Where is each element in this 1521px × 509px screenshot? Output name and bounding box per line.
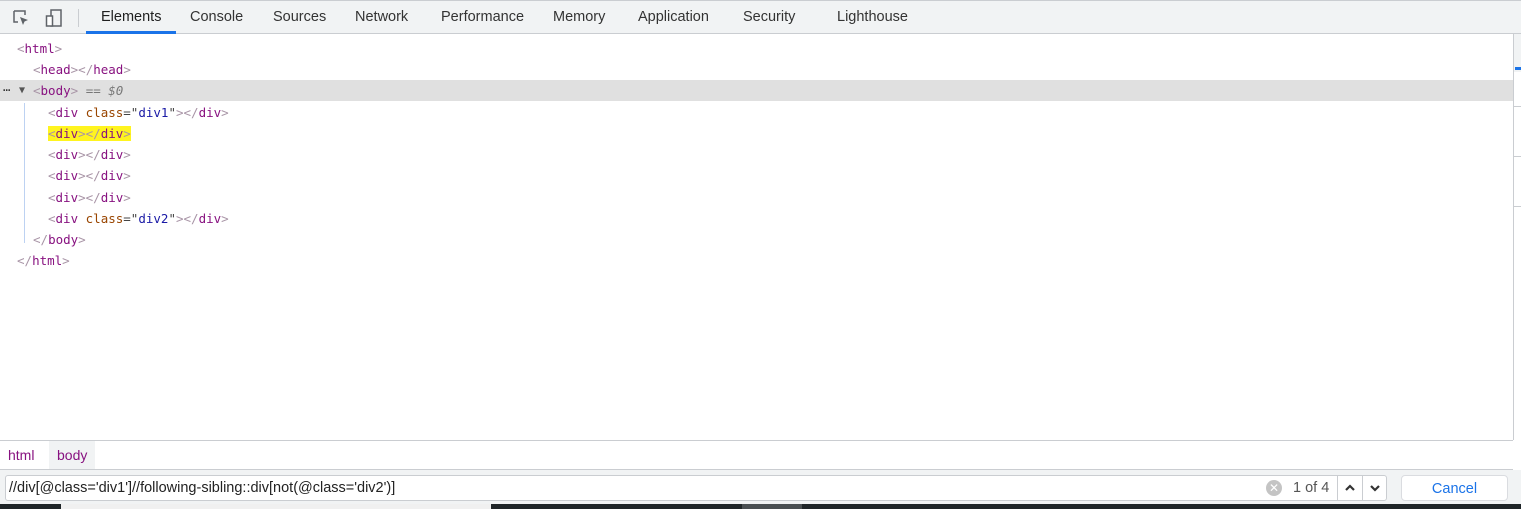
tab-memory[interactable]: Memory: [553, 1, 605, 34]
tab-security[interactable]: Security: [743, 1, 795, 34]
dom-node-div[interactable]: <div></div>: [0, 165, 1513, 186]
search-field-container: ✕ 1 of 4: [5, 475, 1387, 501]
styles-divider: [1514, 156, 1521, 157]
dom-node-div[interactable]: <div></div>: [0, 144, 1513, 165]
chevron-up-icon: [1345, 484, 1355, 491]
tab-sources[interactable]: Sources: [273, 1, 326, 34]
dom-node-head[interactable]: <head></head>: [0, 59, 1513, 80]
tree-indent-guide: [24, 103, 25, 243]
tab-network[interactable]: Network: [355, 1, 408, 34]
match-count: 1 of 4: [1293, 480, 1330, 496]
breadcrumb: html body: [0, 440, 1513, 470]
previous-match-button[interactable]: [1337, 476, 1362, 500]
dom-node-div-highlighted[interactable]: <div></div>: [0, 123, 1513, 144]
styles-divider: [1514, 106, 1521, 107]
tab-lighthouse[interactable]: Lighthouse: [837, 1, 908, 34]
dom-node-div1[interactable]: <div class="div1"></div>: [0, 102, 1513, 123]
dom-node-body-close[interactable]: </body>: [0, 229, 1513, 250]
next-match-button[interactable]: [1362, 476, 1387, 500]
clear-search-icon[interactable]: ✕: [1266, 480, 1282, 496]
styles-pane-edge[interactable]: [1513, 34, 1521, 440]
styles-divider: [1514, 206, 1521, 207]
dom-node-div2[interactable]: <div class="div2"></div>: [0, 208, 1513, 229]
dom-node-body[interactable]: ⋯ ▼ <body> == $0: [0, 80, 1513, 101]
tab-elements[interactable]: Elements: [101, 1, 161, 34]
devtools-toolbar: Elements Console Sources Network Perform…: [0, 0, 1521, 34]
dom-node-div[interactable]: <div></div>: [0, 187, 1513, 208]
toolbar-divider: [78, 9, 79, 27]
breadcrumb-html[interactable]: html: [0, 441, 42, 469]
breadcrumb-body[interactable]: body: [49, 441, 96, 469]
dom-node-html-close[interactable]: </html>: [0, 250, 1513, 271]
chevron-down-icon: [1370, 485, 1380, 492]
os-taskbar-edge: [0, 504, 1521, 509]
styles-tab-indicator: [1515, 67, 1521, 70]
search-input[interactable]: [9, 478, 1259, 498]
dom-tree: <html> <head></head> ⋯ ▼ <body> == $0 <div…: [0, 34, 1513, 440]
inspect-element-icon[interactable]: [11, 8, 31, 28]
search-highlight: <div></div>: [48, 126, 131, 141]
tab-application[interactable]: Application: [638, 1, 709, 34]
dom-node-html[interactable]: <html>: [0, 38, 1513, 59]
tab-console[interactable]: Console: [190, 1, 243, 34]
search-bar: ✕ 1 of 4 Cancel: [0, 470, 1521, 504]
more-actions-icon[interactable]: ⋯: [3, 80, 10, 101]
tab-performance[interactable]: Performance: [441, 1, 524, 34]
taskbar-window-segment: [742, 504, 802, 509]
cancel-search-button[interactable]: Cancel: [1401, 475, 1508, 501]
device-toolbar-icon[interactable]: [44, 8, 64, 28]
expand-arrow-icon[interactable]: ▼: [19, 80, 25, 101]
taskbar-window-segment: [61, 504, 491, 509]
selected-marker: == $0: [85, 83, 124, 98]
